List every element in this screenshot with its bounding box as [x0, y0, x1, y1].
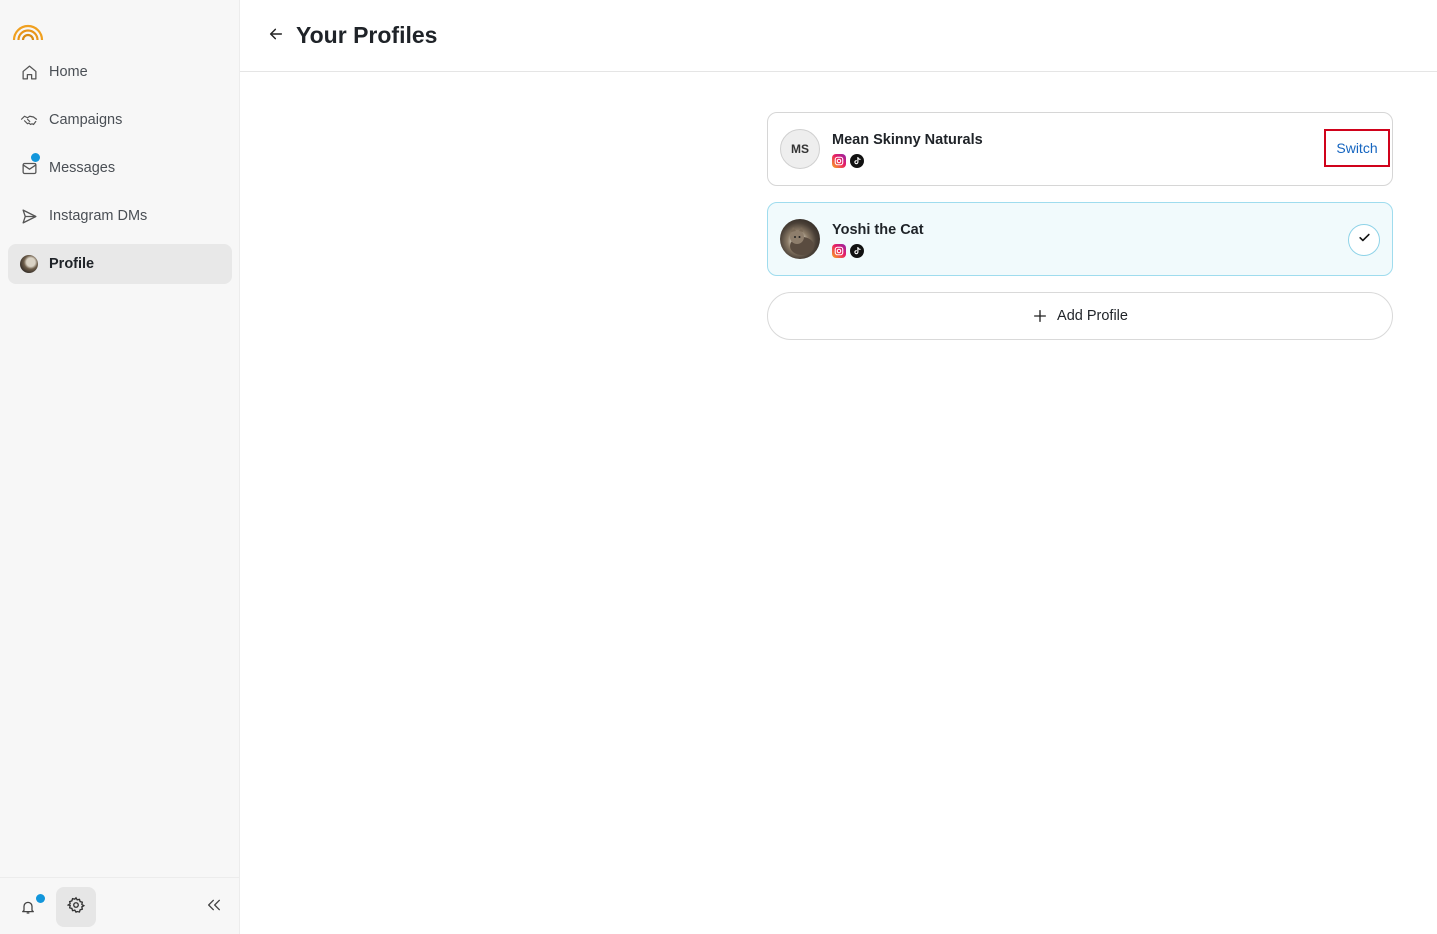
plus-icon — [1032, 308, 1048, 324]
sidebar-item-label: Home — [49, 64, 88, 80]
mail-icon — [20, 153, 40, 177]
selected-check — [1348, 224, 1380, 256]
double-chevron-left-icon — [206, 897, 222, 918]
home-icon — [20, 63, 38, 81]
social-links — [832, 244, 864, 258]
sidebar-item-profile[interactable]: Profile — [8, 244, 232, 284]
instagram-icon — [832, 244, 846, 258]
sidebar-item-instagram-dms[interactable]: Instagram DMs — [8, 196, 232, 236]
page-header: Your Profiles — [240, 0, 1437, 72]
sidebar-item-label: Profile — [49, 256, 95, 272]
app-logo[interactable] — [12, 14, 44, 42]
switch-button[interactable]: Switch — [1324, 129, 1390, 167]
tiktok-icon — [850, 244, 864, 258]
send-icon — [20, 207, 38, 225]
social-links — [832, 154, 864, 168]
collapse-sidebar-button[interactable] — [204, 897, 224, 917]
sidebar: Home Campaigns Messages Instagram DMs Pr… — [0, 0, 240, 934]
profile-name: Mean Skinny Naturals — [832, 132, 983, 148]
notification-badge — [36, 894, 45, 903]
back-button[interactable] — [266, 26, 286, 46]
add-profile-label: Add Profile — [1057, 308, 1128, 324]
sidebar-item-label: Messages — [49, 160, 116, 176]
unread-badge — [31, 153, 40, 162]
sidebar-item-label: Instagram DMs — [49, 208, 148, 224]
bell-icon[interactable] — [18, 894, 45, 917]
sidebar-item-campaigns[interactable]: Campaigns — [8, 100, 232, 140]
sidebar-item-messages[interactable]: Messages — [8, 148, 232, 188]
sidebar-nav: Home Campaigns Messages Instagram DMs Pr… — [8, 52, 232, 292]
sidebar-footer — [0, 877, 239, 934]
settings-button[interactable] — [56, 887, 96, 927]
profile-card-selected: Yoshi the Cat — [767, 202, 1393, 276]
avatar — [780, 219, 820, 259]
arrow-left-icon — [268, 26, 284, 47]
page-title: Your Profiles — [296, 22, 438, 48]
gear-icon — [66, 896, 86, 919]
profile-card: MS Mean Skinny Naturals Switch — [767, 112, 1393, 186]
sidebar-item-label: Campaigns — [49, 112, 123, 128]
sidebar-item-home[interactable]: Home — [8, 52, 232, 92]
tiktok-icon — [850, 154, 864, 168]
instagram-icon — [832, 154, 846, 168]
handshake-icon — [20, 111, 38, 129]
profile-name: Yoshi the Cat — [832, 222, 924, 238]
add-profile-button[interactable]: Add Profile — [767, 292, 1393, 340]
profile-avatar-icon — [20, 255, 38, 273]
avatar: MS — [780, 129, 820, 169]
check-icon — [1358, 231, 1371, 249]
